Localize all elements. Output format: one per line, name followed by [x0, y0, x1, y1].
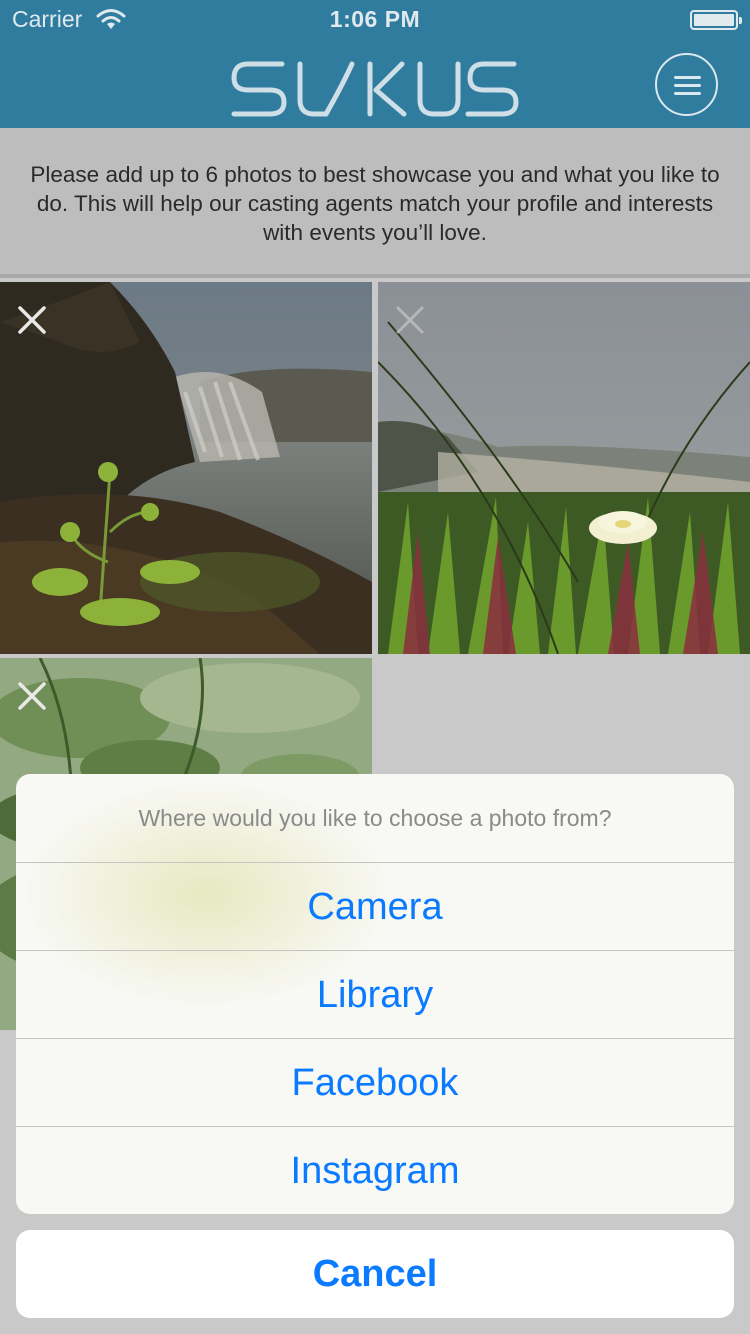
library-option[interactable]: Library [16, 950, 734, 1038]
svg-text:™: ™ [510, 61, 516, 68]
intro-panel: Please add up to 6 photos to best showca… [0, 128, 750, 278]
photo-flower[interactable] [378, 282, 750, 654]
sukus-logo: ™ [231, 61, 519, 117]
flower-image [378, 282, 750, 654]
instagram-option[interactable]: Instagram [16, 1126, 734, 1214]
photo-source-action-sheet: Where would you like to choose a photo f… [16, 774, 734, 1214]
action-sheet-title: Where would you like to choose a photo f… [138, 805, 612, 831]
intro-text: Please add up to 6 photos to best showca… [30, 162, 720, 245]
camera-option[interactable]: Camera [16, 862, 734, 950]
nav-bar: Carrier 1:06 PM ™ [0, 0, 750, 128]
status-time: 1:06 PM [329, 6, 421, 32]
menu-button[interactable] [655, 53, 718, 116]
remove-photo-icon[interactable] [394, 304, 426, 336]
waterfall-image [0, 282, 372, 654]
facebook-option[interactable]: Facebook [16, 1038, 734, 1126]
remove-photo-icon[interactable] [16, 680, 48, 712]
photo-waterfall[interactable] [0, 282, 372, 654]
cancel-button[interactable]: Cancel [16, 1230, 734, 1318]
battery-icon [690, 10, 742, 30]
status-bar: Carrier 1:06 PM [0, 0, 750, 40]
remove-photo-icon[interactable] [16, 304, 48, 336]
